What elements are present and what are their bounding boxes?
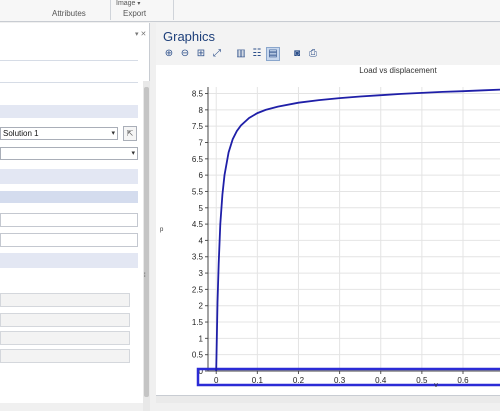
ribbon-group-export: Export — [123, 9, 147, 18]
y-tick-label: 7.5 — [192, 122, 204, 131]
y-tick-label: 4.5 — [192, 220, 204, 229]
settings-scrollbar[interactable] — [143, 81, 150, 411]
zoom-out-icon[interactable]: ⊖ — [178, 47, 192, 61]
y-tick-label: 0.5 — [192, 351, 204, 360]
zoom-in-icon[interactable]: ⊕ — [162, 47, 176, 61]
section-header[interactable] — [0, 105, 138, 118]
series-line — [215, 88, 500, 372]
y-tick-label: 8 — [199, 106, 204, 115]
x-tick-label: 0 — [214, 376, 219, 385]
camera-icon[interactable]: ◙ — [290, 47, 304, 61]
legend-icon[interactable]: ▤ — [266, 47, 280, 61]
divider — [0, 60, 138, 61]
y-tick-label: 6 — [199, 171, 204, 180]
y-tick-label: 2 — [199, 302, 204, 311]
section-header[interactable] — [0, 253, 138, 268]
x-tick-label: 0.3 — [334, 376, 346, 385]
image-export-button[interactable]: Image ▾ — [116, 0, 140, 7]
x-tick-label: 0.6 — [457, 376, 469, 385]
chevron-down-icon: ▾ — [137, 1, 141, 7]
ribbon-divider — [110, 0, 111, 20]
x-axis-label: v — [434, 382, 438, 389]
y-tick-label: 7 — [199, 138, 204, 147]
divider — [0, 82, 138, 83]
text-field[interactable] — [0, 233, 138, 247]
graphics-window: Graphics ⊕ ⊖ ⊞ ⤢ ▥ ☷ ▤ ◙ ⎙ ⁞ 0 0.5 1 1.5 2 2.… — [144, 23, 500, 403]
bottom-tab-strip — [156, 395, 500, 403]
ribbon-divider — [173, 0, 174, 20]
x-tick-label: 0.2 — [293, 376, 305, 385]
plot-area[interactable]: ⁞ 0 0.5 1 1.5 2 2.5 3 3.5 4 4.5 5 5.5 6 6.5 7 7.5 8 8.5 0 0… — [144, 65, 500, 395]
toolbar-separator — [282, 47, 288, 61]
y-axis-label: p — [160, 227, 164, 233]
settings-panel: ▾ ✕ Solution 1 ▾ ⇱ ▾ — [0, 23, 150, 411]
scrollbar-thumb[interactable] — [144, 87, 149, 397]
text-field-disabled — [0, 349, 130, 363]
y-tick-label: 1 — [199, 334, 204, 343]
graphics-toolbar: ⊕ ⊖ ⊞ ⤢ ▥ ☷ ▤ ◙ ⎙ — [162, 47, 320, 61]
ribbon: Image ▾ Attributes Export — [0, 0, 500, 22]
grid-icon[interactable]: ▥ — [234, 47, 248, 61]
ribbon-group-attributes: Attributes — [52, 9, 86, 18]
zoom-extents-icon[interactable]: ⤢ — [210, 47, 224, 61]
y-tick-label: 5 — [199, 204, 204, 213]
table-icon[interactable]: ☷ — [250, 47, 264, 61]
y-tick-label: 3 — [199, 269, 204, 278]
y-tick-label: 6.5 — [192, 155, 204, 164]
x-tick-label: 0.5 — [416, 376, 428, 385]
y-tick-label: 5.5 — [192, 187, 204, 196]
zoom-box-icon[interactable]: ⊞ — [194, 47, 208, 61]
go-to-source-button[interactable]: ⇱ — [123, 126, 137, 141]
x-tick-label: 0.1 — [252, 376, 264, 385]
pane-pin-icon[interactable]: ▾ ✕ — [135, 30, 146, 38]
text-field-disabled — [0, 293, 130, 307]
print-icon[interactable]: ⎙ — [306, 47, 320, 61]
y-tick-label: 2.5 — [192, 285, 204, 294]
y-tick-label: 3.5 — [192, 253, 204, 262]
secondary-select[interactable]: ▾ — [0, 147, 138, 160]
text-field[interactable] — [0, 213, 138, 227]
dataset-select[interactable]: Solution 1 ▾ — [0, 127, 118, 140]
toolbar-separator — [226, 47, 232, 61]
chart-title: Load vs displacement — [359, 66, 437, 75]
text-field-disabled — [0, 331, 130, 345]
splitter-handle[interactable]: ⁞ — [144, 273, 146, 279]
chevron-down-icon: ▾ — [111, 130, 115, 137]
y-tick-label: 8.5 — [192, 90, 204, 99]
graphics-title: Graphics — [163, 29, 216, 44]
section-header[interactable] — [0, 169, 138, 184]
chevron-down-icon: ▾ — [131, 150, 135, 157]
section-header[interactable] — [0, 191, 138, 203]
text-field-disabled — [0, 313, 130, 327]
load-displacement-chart: 00.511.522.533.544.555.566.577.588.50 0.1… — [160, 66, 500, 389]
y-tick-label: 1.5 — [192, 318, 204, 327]
x-tick-label: 0.4 — [375, 376, 387, 385]
y-tick-label: 4 — [199, 236, 204, 245]
